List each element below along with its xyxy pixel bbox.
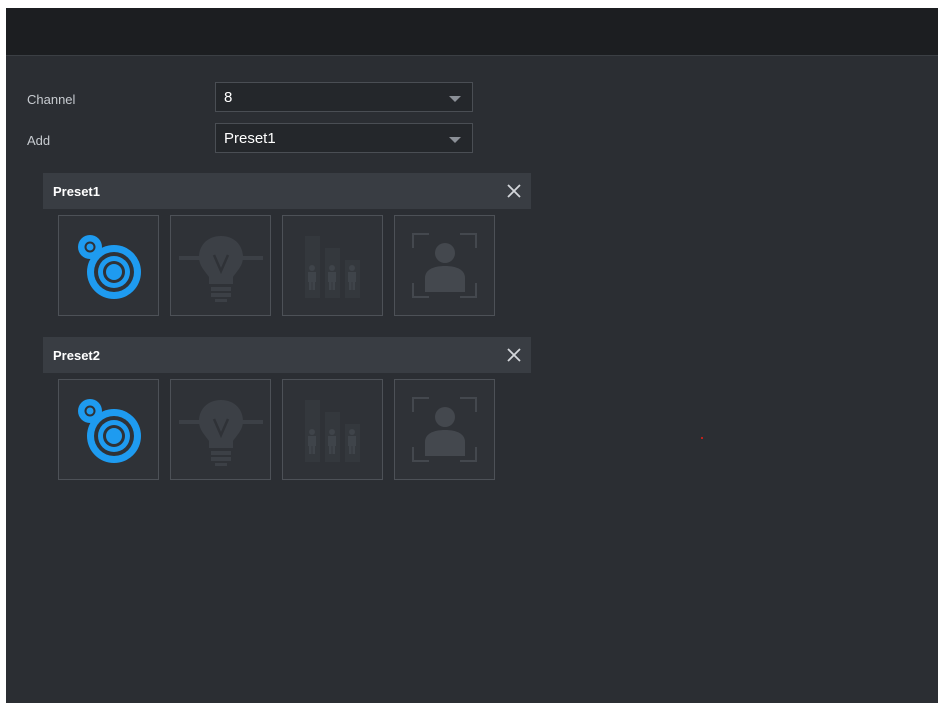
add-select[interactable]: Preset1 [215, 123, 473, 153]
top-bar [6, 8, 938, 56]
target-icon [78, 235, 141, 299]
add-select-value: Preset1 [224, 130, 276, 147]
people-counting-icon [305, 236, 360, 298]
channel-label: Channel [27, 92, 76, 107]
preset-panel: Preset2 [43, 337, 531, 483]
people-counting-function-tile[interactable] [282, 215, 383, 316]
light-function-tile[interactable] [170, 379, 271, 480]
light-bulb-icon [179, 400, 263, 466]
preset-header: Preset2 [43, 337, 531, 373]
preset-title: Preset2 [53, 348, 100, 363]
add-label: Add [27, 133, 51, 148]
preset-title: Preset1 [53, 184, 100, 199]
chevron-down-icon [449, 96, 461, 102]
channel-select-value: 8 [224, 89, 233, 106]
preset-panel: Preset1 [43, 173, 531, 319]
chevron-down-icon [449, 137, 461, 143]
target-function-tile[interactable] [58, 379, 159, 480]
target-icon [78, 399, 141, 463]
channel-select[interactable]: 8 [215, 82, 473, 112]
people-counting-function-tile[interactable] [282, 379, 383, 480]
face-detection-function-tile[interactable] [394, 215, 495, 316]
target-function-tile[interactable] [58, 215, 159, 316]
close-icon[interactable] [505, 182, 523, 200]
light-function-tile[interactable] [170, 215, 271, 316]
people-counting-icon [305, 400, 360, 462]
function-tiles [43, 209, 531, 319]
function-tiles [43, 373, 531, 483]
light-bulb-icon [179, 236, 263, 302]
close-icon[interactable] [505, 346, 523, 364]
face-detection-icon [412, 397, 477, 462]
face-detection-function-tile[interactable] [394, 379, 495, 480]
app-window: Channel 8 Add Preset1 Preset1 Preset2 [6, 8, 938, 703]
stray-pixel [701, 437, 703, 439]
preset-header: Preset1 [43, 173, 531, 209]
face-detection-icon [412, 233, 477, 298]
